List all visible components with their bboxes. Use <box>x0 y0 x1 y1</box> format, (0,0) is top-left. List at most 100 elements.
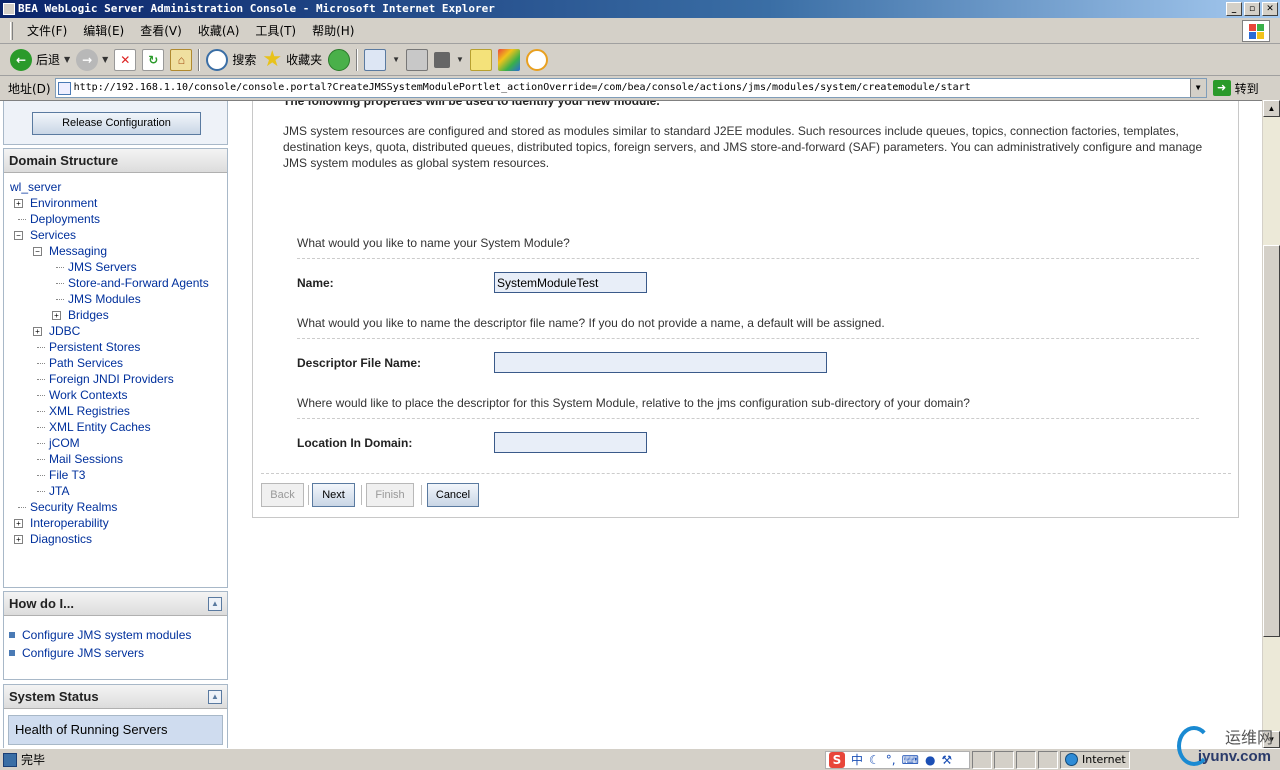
address-dropdown-icon[interactable]: ▼ <box>1189 79 1206 97</box>
back-button[interactable]: ← 后退 ▼ <box>10 48 70 71</box>
history-icon[interactable] <box>328 48 351 71</box>
search-button[interactable]: 搜索 <box>206 48 256 71</box>
menu-help[interactable]: 帮助(H) <box>304 22 362 39</box>
tree-item-label: Security Realms <box>30 500 118 514</box>
tree-item[interactable]: XML Registries <box>4 403 227 419</box>
domain-tree: wl_server + Environment Deployments − Service… <box>4 173 227 547</box>
status-text: 完毕 <box>21 753 46 767</box>
ime-mode[interactable]: 中 <box>851 751 863 768</box>
tree-item[interactable]: Store-and-Forward Agents <box>4 275 227 291</box>
domain-structure-title: Domain Structure <box>4 149 227 173</box>
health-of-running-servers[interactable]: Health of Running Servers <box>8 715 223 745</box>
descriptor-file-name-input[interactable] <box>494 352 827 373</box>
tree-item[interactable]: Path Services <box>4 355 227 371</box>
create-jms-module-wizard: The following properties will be used to… <box>252 101 1239 518</box>
tree-item[interactable]: + JDBC <box>4 323 227 339</box>
research-icon[interactable] <box>525 48 548 71</box>
window-title: BEA WebLogic Server Administration Conso… <box>18 2 495 15</box>
expand-icon[interactable]: + <box>33 327 42 336</box>
moon-icon[interactable]: ☾ <box>869 753 880 767</box>
keyboard-icon[interactable]: ⌨ <box>902 753 919 767</box>
expand-icon[interactable]: + <box>52 311 61 320</box>
tree-item[interactable]: + Bridges <box>4 307 227 323</box>
tree-connector <box>37 491 45 492</box>
collapse-tree-icon[interactable]: − <box>33 247 42 256</box>
tree-item[interactable]: Mail Sessions <box>4 451 227 467</box>
expand-icon[interactable]: + <box>14 519 23 528</box>
refresh-icon[interactable]: ↻ <box>142 48 165 71</box>
tree-item[interactable]: Persistent Stores <box>4 339 227 355</box>
tree-connector <box>37 411 45 412</box>
name-input[interactable] <box>494 272 647 293</box>
forward-dropdown-icon[interactable]: ▼ <box>102 55 108 64</box>
stop-icon[interactable]: ✕ <box>114 48 137 71</box>
release-configuration-button[interactable]: Release Configuration <box>32 112 201 135</box>
tree-item[interactable]: wl_server <box>4 179 227 195</box>
tree-item[interactable]: JMS Servers <box>4 259 227 275</box>
tree-item[interactable]: − Messaging <box>4 243 227 259</box>
menu-tools[interactable]: 工具(T) <box>247 22 304 39</box>
tree-connector <box>56 299 64 300</box>
collapse-icon[interactable]: ▲ <box>208 690 222 704</box>
go-button[interactable]: ➜ 转到 <box>1212 80 1259 97</box>
messenger-icon[interactable] <box>497 48 520 71</box>
tree-item[interactable]: JMS Modules <box>4 291 227 307</box>
forward-button[interactable]: → ▼ <box>76 48 108 71</box>
tree-item[interactable]: + Diagnostics <box>4 531 227 547</box>
system-status-title: System Status ▲ <box>4 685 227 709</box>
back-dropdown-icon[interactable]: ▼ <box>64 55 70 64</box>
menu-file[interactable]: 文件(F) <box>19 22 75 39</box>
vertical-scrollbar[interactable]: ▲ ▼ <box>1262 100 1280 748</box>
cancel-button[interactable]: Cancel <box>427 483 479 507</box>
expand-icon[interactable]: + <box>14 199 23 208</box>
close-button[interactable]: ✕ <box>1262 2 1278 16</box>
home-icon[interactable]: ⌂ <box>170 48 193 71</box>
tree-item[interactable]: jCOM <box>4 435 227 451</box>
menu-favorites[interactable]: 收藏(A) <box>190 22 248 39</box>
wrench-icon[interactable]: ⚒ <box>941 753 952 767</box>
window-title-bar: BEA WebLogic Server Administration Conso… <box>0 0 1280 18</box>
minimize-button[interactable]: _ <box>1226 2 1242 16</box>
tree-item[interactable]: + Interoperability <box>4 515 227 531</box>
finish-button[interactable]: Finish <box>366 483 414 507</box>
tree-item[interactable]: JTA <box>4 483 227 499</box>
status-done: 完毕 <box>0 751 825 768</box>
tree-connector <box>37 475 45 476</box>
favorites-button[interactable]: ★ 收藏夹 <box>262 48 322 71</box>
tree-item[interactable]: Deployments <box>4 211 227 227</box>
tree-connector <box>37 347 45 348</box>
discuss-icon[interactable] <box>469 48 492 71</box>
howto-link-jms-modules[interactable]: Configure JMS system modules <box>4 626 227 644</box>
tree-item[interactable]: − Services <box>4 227 227 243</box>
ime-toolbar[interactable]: S 中 ☾ °, ⌨ ● ⚒ <box>825 750 970 769</box>
edit-dropdown-icon[interactable]: ▼ <box>456 55 464 64</box>
howto-link-jms-servers[interactable]: Configure JMS servers <box>4 644 227 662</box>
next-button[interactable]: Next <box>312 483 355 507</box>
collapse-tree-icon[interactable]: − <box>14 231 23 240</box>
menu-edit[interactable]: 编辑(E) <box>75 22 132 39</box>
mail-icon[interactable] <box>364 48 387 71</box>
address-input[interactable]: http://192.168.1.10/console/console.port… <box>54 78 1207 98</box>
edit-page-icon[interactable] <box>434 51 451 68</box>
print-icon[interactable] <box>406 48 429 71</box>
back-wizard-button[interactable]: Back <box>261 483 304 507</box>
tree-item[interactable]: XML Entity Caches <box>4 419 227 435</box>
scroll-thumb[interactable] <box>1263 245 1280 637</box>
mail-dropdown-icon[interactable]: ▼ <box>392 55 400 64</box>
menu-view[interactable]: 查看(V) <box>132 22 190 39</box>
location-in-domain-input[interactable] <box>494 432 647 453</box>
punctuation-icon[interactable]: °, <box>886 753 896 767</box>
restore-button[interactable]: ▫ <box>1244 2 1260 16</box>
tree-item[interactable]: File T3 <box>4 467 227 483</box>
tree-item-label: jCOM <box>49 436 80 450</box>
tree-item[interactable]: Foreign JNDI Providers <box>4 371 227 387</box>
user-icon[interactable]: ● <box>925 753 935 767</box>
expand-icon[interactable]: + <box>14 535 23 544</box>
address-label: 地址(D) <box>8 81 51 96</box>
tree-item[interactable]: Work Contexts <box>4 387 227 403</box>
tree-item[interactable]: Security Realms <box>4 499 227 515</box>
scroll-up-arrow-icon[interactable]: ▲ <box>1263 100 1280 117</box>
collapse-icon[interactable]: ▲ <box>208 597 222 611</box>
tree-item[interactable]: + Environment <box>4 195 227 211</box>
howto-link-label: Configure JMS servers <box>22 646 145 660</box>
